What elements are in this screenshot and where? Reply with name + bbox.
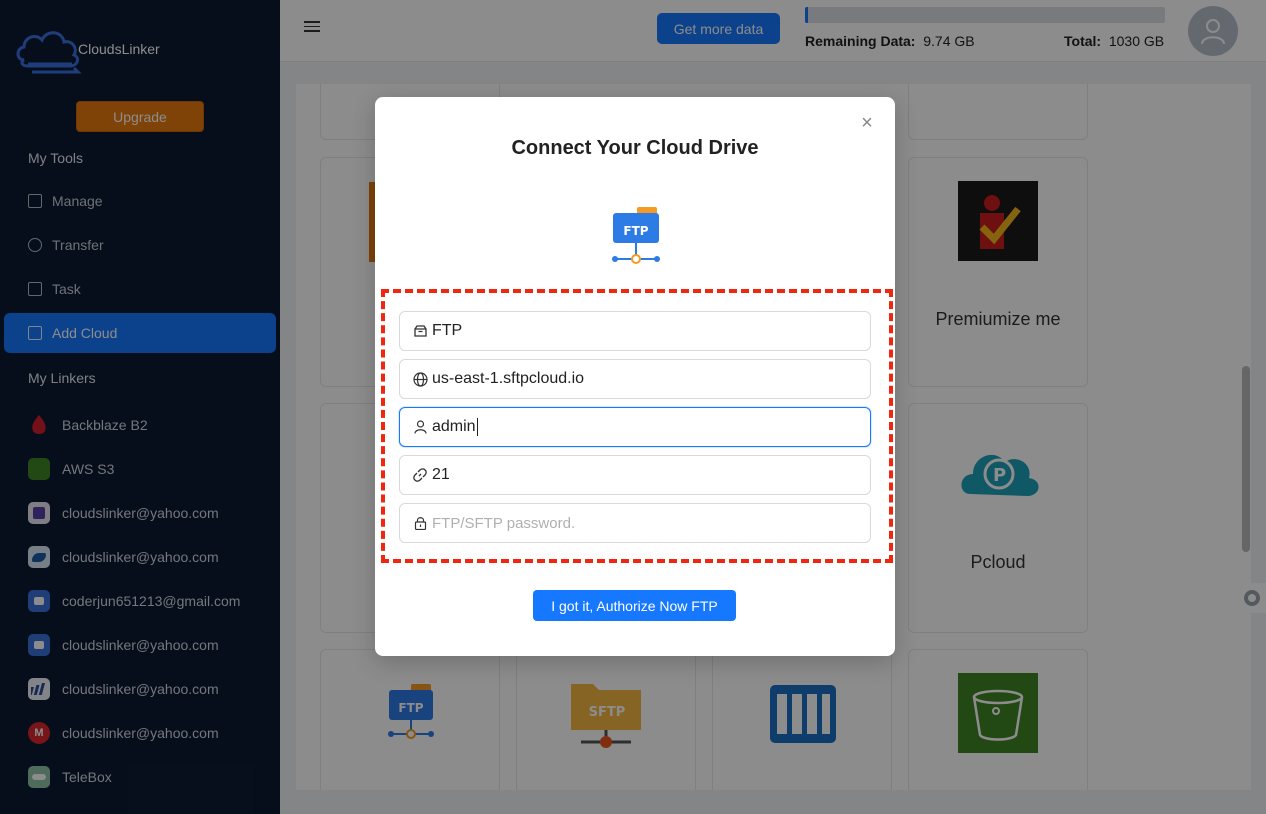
ftp-icon: FTP: [612, 207, 660, 264]
username-field[interactable]: admin: [399, 407, 871, 447]
user-icon: [412, 419, 428, 435]
globe-icon: [412, 371, 428, 387]
host-field[interactable]: us-east-1.sftpcloud.io: [399, 359, 871, 399]
host-value: us-east-1.sftpcloud.io: [432, 370, 585, 387]
type-field[interactable]: FTP: [399, 311, 871, 351]
modal-title: Connect Your Cloud Drive: [511, 137, 759, 159]
link-icon: [412, 467, 428, 483]
port-value: 21: [432, 466, 450, 483]
connect-cloud-modal: × Connect Your Cloud Drive FTP FTP us-ea…: [375, 97, 895, 656]
password-field[interactable]: FTP/SFTP password.: [399, 503, 871, 543]
box-icon: [412, 323, 428, 339]
port-field[interactable]: 21: [399, 455, 871, 495]
lock-icon: [412, 515, 428, 531]
text-caret: [476, 418, 478, 436]
close-icon[interactable]: ×: [859, 113, 875, 133]
type-value: FTP: [432, 322, 463, 339]
modal-ftp-badge: FTP: [623, 224, 648, 238]
authorize-button[interactable]: I got it, Authorize Now FTP: [533, 590, 736, 621]
username-value: admin: [432, 418, 476, 435]
password-placeholder: FTP/SFTP password.: [432, 514, 576, 532]
